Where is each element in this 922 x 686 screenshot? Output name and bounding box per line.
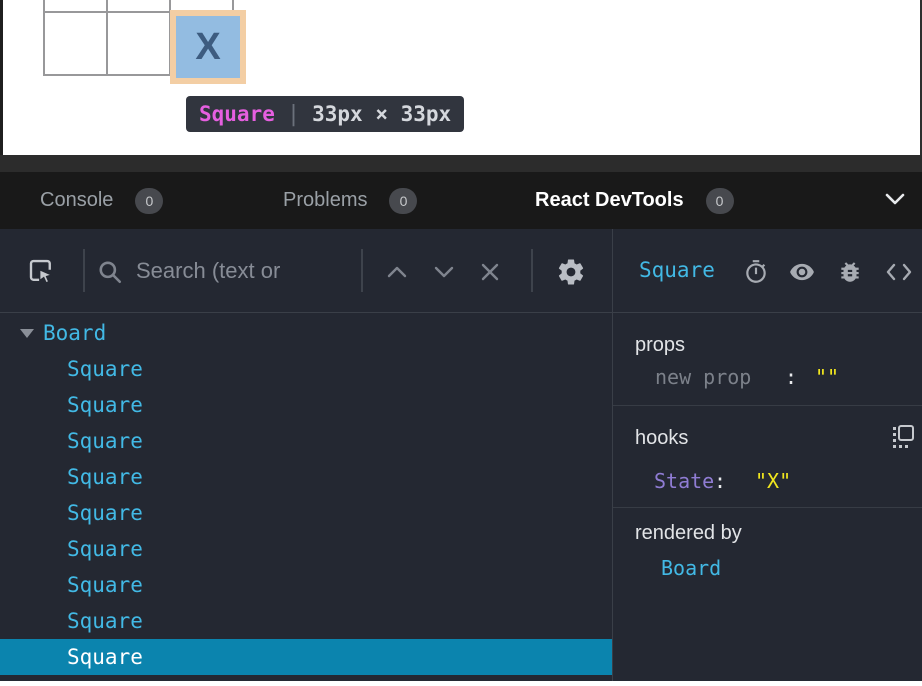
tree-item-label: Square — [67, 645, 143, 669]
rendered-by-section: rendered by Board — [613, 508, 922, 681]
board-cell[interactable] — [107, 12, 170, 75]
square-cell-value: X — [195, 26, 220, 69]
tree-item-square[interactable]: Square — [0, 423, 612, 459]
hooks-section: hooks State : "X" — [613, 406, 922, 508]
component-tree: Board Square Square Square Square Square… — [0, 313, 612, 681]
hook-state-name: State — [654, 469, 714, 493]
tree-item-label: Square — [67, 537, 143, 561]
new-prop-name-input[interactable]: new prop — [655, 365, 751, 389]
tree-item-square[interactable]: Square — [0, 351, 612, 387]
tree-item-square[interactable]: Square — [0, 459, 612, 495]
tree-item-label: Square — [67, 429, 143, 453]
tree-item-label: Board — [43, 321, 106, 345]
inspected-page: X Square | 33px × 33px — [0, 0, 922, 155]
react-devtools-panel: Board Square Square Square Square Square… — [0, 229, 922, 681]
view-source-code-icon[interactable] — [885, 259, 913, 290]
search-icon — [97, 259, 123, 290]
hooks-section-title: hooks — [635, 427, 688, 450]
tree-item-square[interactable]: Square — [0, 531, 612, 567]
props-section: props new prop : "" — [613, 313, 922, 406]
new-prop-value-input[interactable]: "" — [815, 365, 839, 389]
components-tree-pane: Board Square Square Square Square Square… — [0, 229, 613, 681]
inspect-icon[interactable] — [26, 256, 56, 291]
tab-problems-badge: 0 — [389, 188, 417, 214]
clear-search-icon[interactable] — [478, 260, 502, 289]
rendered-by-board-link[interactable]: Board — [661, 556, 721, 580]
tree-item-label: Square — [67, 609, 143, 633]
tooltip-component-name: Square — [199, 102, 275, 126]
hook-colon: : — [714, 469, 726, 493]
tree-item-board[interactable]: Board — [0, 315, 612, 351]
rendered-by-section-title: rendered by — [635, 522, 742, 545]
settings-gear-icon[interactable] — [556, 257, 586, 292]
tab-react-devtools-badge: 0 — [706, 188, 734, 214]
profiler-stopwatch-icon[interactable] — [743, 259, 769, 290]
tab-react-devtools[interactable]: React DevTools 0 — [535, 172, 734, 229]
tab-problems[interactable]: Problems 0 — [283, 172, 417, 229]
parse-hook-names-icon[interactable] — [890, 423, 917, 455]
screenshot-root: X Square | 33px × 33px Console 0 Problem… — [0, 0, 922, 686]
expander-triangle-icon[interactable] — [20, 329, 34, 338]
tree-item-square[interactable]: Square — [0, 495, 612, 531]
tree-item-square[interactable]: Square — [0, 603, 612, 639]
tab-react-devtools-label: React DevTools — [535, 189, 684, 212]
chevron-down-icon[interactable] — [884, 192, 906, 211]
board-cell[interactable] — [44, 0, 107, 12]
tab-console-label: Console — [40, 189, 113, 212]
inspector-pane: Square props new prop : "" — [613, 229, 922, 681]
board-cell[interactable] — [44, 12, 107, 75]
tree-item-square-selected[interactable]: Square — [0, 639, 612, 675]
tooltip-dimensions: 33px × 33px — [312, 102, 451, 126]
prop-colon: : — [785, 365, 797, 389]
tree-item-label: Square — [67, 357, 143, 381]
eye-icon[interactable] — [789, 259, 815, 290]
devtools-top-edge — [0, 155, 922, 172]
tooltip-separator: | — [287, 102, 300, 127]
tab-problems-label: Problems — [283, 189, 367, 212]
inspector-header: Square — [613, 229, 922, 313]
tree-toolbar — [0, 229, 612, 313]
tab-console-badge: 0 — [135, 188, 163, 214]
next-match-icon[interactable] — [432, 265, 456, 284]
toolbar-divider — [83, 249, 85, 292]
prev-match-icon[interactable] — [385, 265, 409, 284]
tree-item-label: Square — [67, 465, 143, 489]
search-input[interactable] — [136, 251, 354, 291]
inspect-highlight-overlay: X — [170, 10, 246, 84]
tree-item-label: Square — [67, 573, 143, 597]
page-bottom-edge — [0, 681, 922, 686]
inspect-tooltip: Square | 33px × 33px — [186, 96, 464, 132]
props-section-title: props — [635, 334, 685, 357]
selected-component-title: Square — [639, 258, 715, 282]
devtools-tabbar: Console 0 Problems 0 React DevTools 0 — [0, 172, 922, 229]
toolbar-divider — [531, 249, 533, 292]
board-cell[interactable] — [107, 0, 170, 12]
toolbar-divider — [361, 249, 363, 292]
tree-item-square[interactable]: Square — [0, 387, 612, 423]
hook-state-value-input[interactable]: "X" — [755, 469, 791, 493]
tree-item-label: Square — [67, 501, 143, 525]
tree-item-label: Square — [67, 393, 143, 417]
tree-item-square[interactable]: Square — [0, 567, 612, 603]
tab-console[interactable]: Console 0 — [40, 172, 163, 229]
bug-icon[interactable] — [837, 259, 863, 290]
